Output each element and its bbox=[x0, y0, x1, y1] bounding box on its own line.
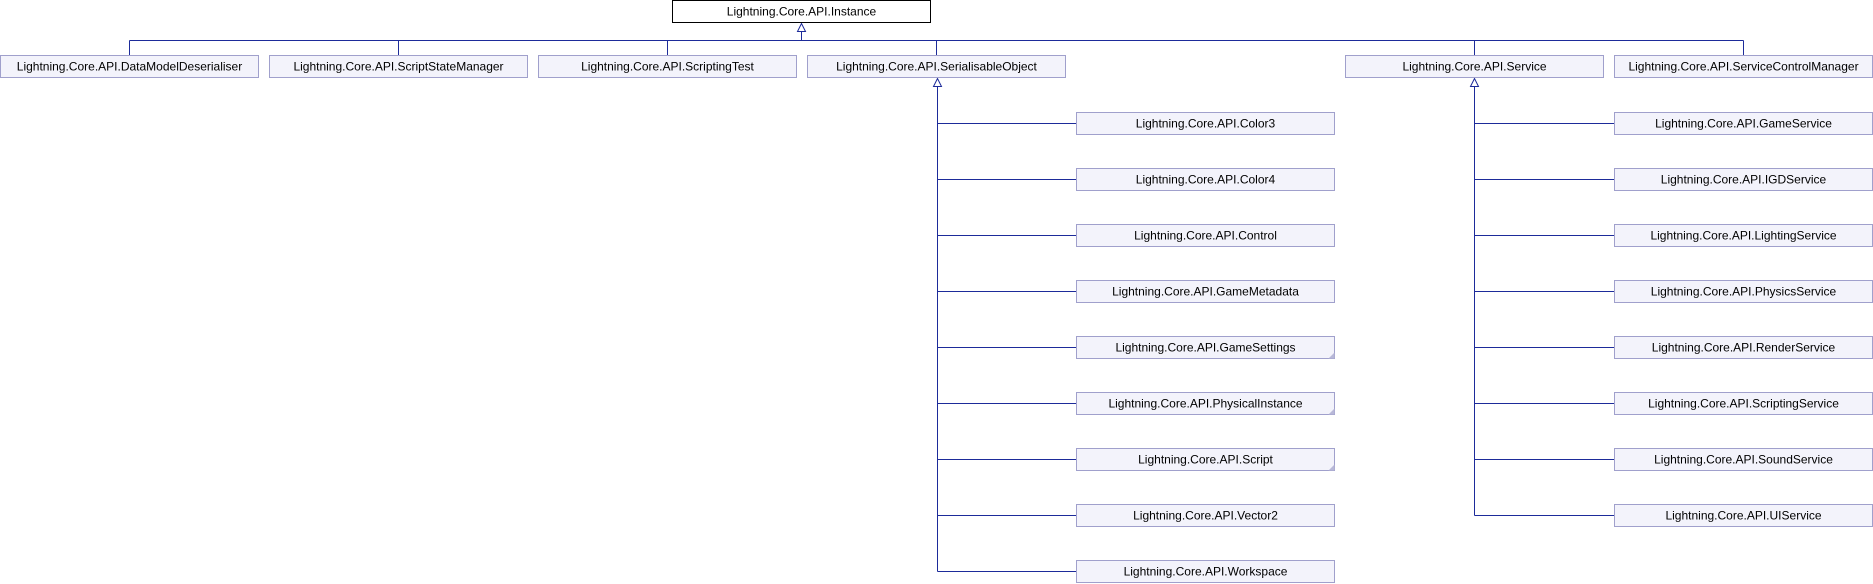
class-node-instance[interactable]: Lightning.Core.API.Instance bbox=[672, 0, 931, 23]
class-node-color4[interactable]: Lightning.Core.API.Color4 bbox=[1076, 168, 1335, 191]
class-node-game-metadata[interactable]: Lightning.Core.API.GameMetadata bbox=[1076, 280, 1335, 303]
class-node-label: Lightning.Core.API.LightingService bbox=[1650, 229, 1836, 243]
class-node-label: Lightning.Core.API.ScriptStateManager bbox=[293, 60, 503, 74]
class-node-label: Lightning.Core.API.Workspace bbox=[1124, 565, 1288, 579]
inherit-arrow-icon bbox=[932, 77, 943, 87]
class-node-scripting-test[interactable]: Lightning.Core.API.ScriptingTest bbox=[538, 55, 797, 78]
class-node-label: Lightning.Core.API.GameService bbox=[1655, 117, 1832, 131]
class-node-label: Lightning.Core.API.Instance bbox=[727, 5, 877, 19]
class-node-physics-service[interactable]: Lightning.Core.API.PhysicsService bbox=[1614, 280, 1873, 303]
class-node-data-model-deserialiser[interactable]: Lightning.Core.API.DataModelDeserialiser bbox=[0, 55, 259, 78]
inherit-arrow-icon bbox=[796, 22, 807, 32]
class-node-label: Lightning.Core.API.IGDService bbox=[1661, 173, 1827, 187]
class-node-workspace[interactable]: Lightning.Core.API.Workspace bbox=[1076, 560, 1335, 583]
class-node-igdservice[interactable]: Lightning.Core.API.IGDService bbox=[1614, 168, 1873, 191]
class-node-physical-instance[interactable]: Lightning.Core.API.PhysicalInstance bbox=[1076, 392, 1335, 415]
class-node-serialisable-object[interactable]: Lightning.Core.API.SerialisableObject bbox=[807, 55, 1066, 78]
class-node-label: Lightning.Core.API.UIService bbox=[1665, 509, 1821, 523]
inheritance-diagram: Lightning.Core.API.Instance Lightning.Cor… bbox=[0, 0, 1873, 583]
class-node-scripting-service[interactable]: Lightning.Core.API.ScriptingService bbox=[1614, 392, 1873, 415]
class-node-label: Lightning.Core.API.Color3 bbox=[1136, 117, 1276, 131]
class-node-label: Lightning.Core.API.SerialisableObject bbox=[836, 60, 1037, 74]
class-node-label: Lightning.Core.API.Vector2 bbox=[1133, 509, 1278, 523]
class-node-label: Lightning.Core.API.ScriptingTest bbox=[581, 60, 754, 74]
class-node-label: Lightning.Core.API.RenderService bbox=[1652, 341, 1836, 355]
class-node-label: Lightning.Core.API.Script bbox=[1138, 453, 1273, 467]
class-node-label: Lightning.Core.API.Service bbox=[1402, 60, 1546, 74]
class-node-lighting-service[interactable]: Lightning.Core.API.LightingService bbox=[1614, 224, 1873, 247]
class-node-script[interactable]: Lightning.Core.API.Script bbox=[1076, 448, 1335, 471]
class-node-label: Lightning.Core.API.GameSettings bbox=[1115, 341, 1295, 355]
class-node-color3[interactable]: Lightning.Core.API.Color3 bbox=[1076, 112, 1335, 135]
class-node-game-service[interactable]: Lightning.Core.API.GameService bbox=[1614, 112, 1873, 135]
class-node-render-service[interactable]: Lightning.Core.API.RenderService bbox=[1614, 336, 1873, 359]
inheritance-edges bbox=[129, 22, 1744, 572]
class-node-sound-service[interactable]: Lightning.Core.API.SoundService bbox=[1614, 448, 1873, 471]
class-node-game-settings[interactable]: Lightning.Core.API.GameSettings bbox=[1076, 336, 1335, 359]
class-node-service-control-manager[interactable]: Lightning.Core.API.ServiceControlManager bbox=[1614, 55, 1873, 78]
class-node-vector2[interactable]: Lightning.Core.API.Vector2 bbox=[1076, 504, 1335, 527]
class-node-label: Lightning.Core.API.PhysicalInstance bbox=[1108, 397, 1302, 411]
class-node-label: Lightning.Core.API.DataModelDeserialiser bbox=[17, 60, 242, 74]
class-node-label: Lightning.Core.API.SoundService bbox=[1654, 453, 1833, 467]
class-node-control[interactable]: Lightning.Core.API.Control bbox=[1076, 224, 1335, 247]
class-node-label: Lightning.Core.API.Color4 bbox=[1136, 173, 1276, 187]
class-node-label: Lightning.Core.API.Control bbox=[1134, 229, 1277, 243]
class-node-label: Lightning.Core.API.GameMetadata bbox=[1112, 285, 1299, 299]
class-node-service[interactable]: Lightning.Core.API.Service bbox=[1345, 55, 1604, 78]
class-node-script-state-manager[interactable]: Lightning.Core.API.ScriptStateManager bbox=[269, 55, 528, 78]
class-node-uiservice[interactable]: Lightning.Core.API.UIService bbox=[1614, 504, 1873, 527]
inherit-arrow-icon bbox=[1469, 77, 1480, 87]
class-node-label: Lightning.Core.API.ServiceControlManager bbox=[1628, 60, 1858, 74]
class-node-label: Lightning.Core.API.ScriptingService bbox=[1648, 397, 1839, 411]
class-node-label: Lightning.Core.API.PhysicsService bbox=[1651, 285, 1837, 299]
